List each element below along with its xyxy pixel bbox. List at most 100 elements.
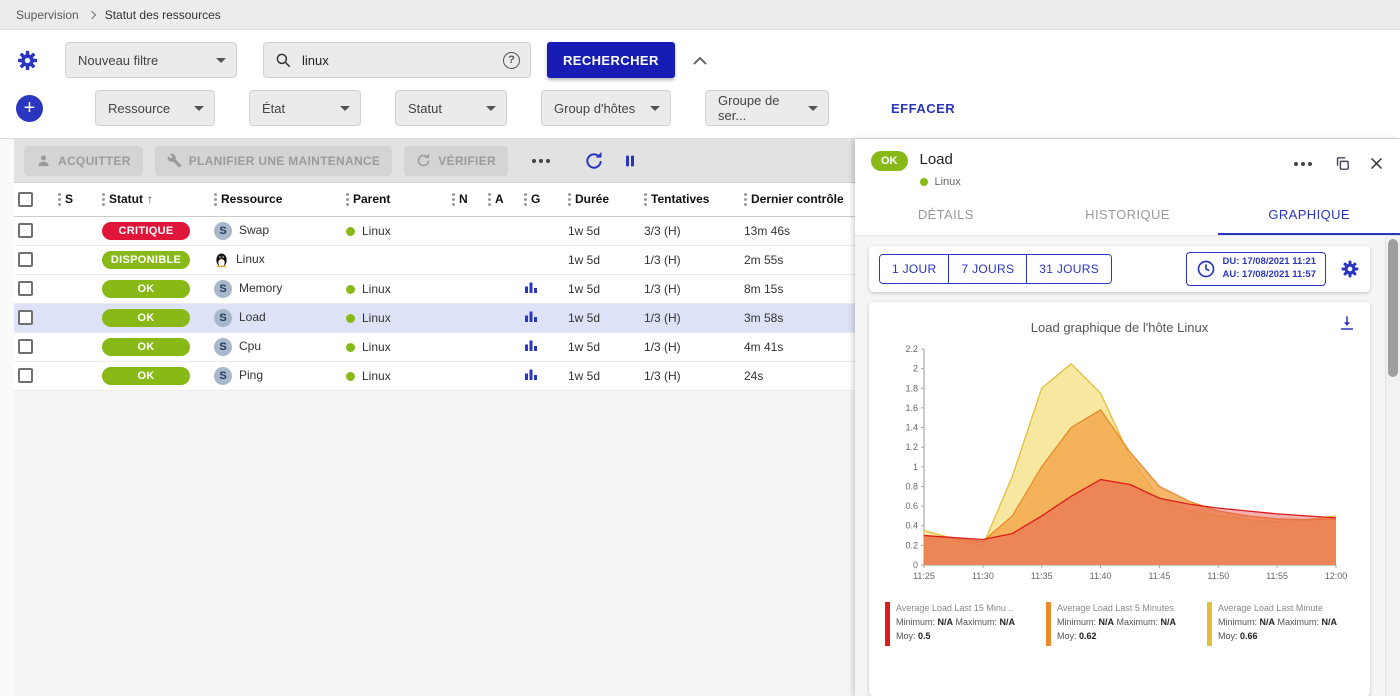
clear-filters-button[interactable]: EFFACER — [885, 100, 961, 117]
cell-parent[interactable] — [342, 245, 448, 274]
criteria-select[interactable]: Ressource — [95, 90, 215, 126]
resource-name[interactable]: Linux — [236, 252, 265, 266]
table-row[interactable]: OK SMemory Linux 1w 5d 1/3 (H) 8m 15s — [14, 274, 855, 303]
graph-exists-icon[interactable] — [524, 309, 538, 323]
svg-text:0.8: 0.8 — [905, 481, 918, 491]
download-icon[interactable] — [1338, 314, 1356, 332]
legend-item[interactable]: Average Load Last 5 Minutes Minimum: N/A… — [1046, 602, 1193, 646]
resource-name[interactable]: Ping — [239, 368, 263, 382]
drag-handle-icon[interactable] — [102, 193, 105, 206]
row-checkbox[interactable] — [18, 339, 33, 354]
column-header-parent[interactable]: Parent — [342, 183, 448, 216]
maintenance-button[interactable]: PLANIFIER UNE MAINTENANCE — [155, 146, 393, 176]
resource-name[interactable]: Cpu — [239, 339, 261, 353]
column-header-tries[interactable]: Tentatives — [640, 183, 740, 216]
search-input[interactable] — [300, 52, 495, 69]
criteria-select[interactable]: Group d'hôtes — [541, 90, 671, 126]
close-icon[interactable] — [1369, 156, 1384, 171]
drag-handle-icon[interactable] — [214, 193, 217, 206]
cell-parent[interactable]: Linux — [342, 303, 448, 332]
tab-graphique[interactable]: GRAPHIQUE — [1218, 194, 1400, 235]
cell-resource[interactable]: SCpu — [210, 332, 342, 361]
cell-resource[interactable]: SSwap — [210, 216, 342, 245]
column-header-status[interactable]: Statut↑ — [98, 183, 210, 216]
graph-exists-icon[interactable] — [524, 338, 538, 352]
table-row[interactable]: DISPONIBLE Linux 1w 5d 1/3 (H) 2m 55s — [14, 245, 855, 274]
legend-item[interactable]: Average Load Last 15 Minu .. Minimum: N/… — [885, 602, 1032, 646]
search-button[interactable]: RECHERCHER — [547, 42, 675, 78]
row-checkbox[interactable] — [18, 252, 33, 267]
select-all-checkbox[interactable] — [18, 192, 33, 207]
copy-link-icon[interactable] — [1334, 155, 1351, 172]
row-checkbox[interactable] — [18, 368, 33, 383]
acknowledge-button[interactable]: ACQUITTER — [24, 146, 143, 176]
drag-handle-icon[interactable] — [346, 193, 349, 206]
cell-resource[interactable]: Linux — [210, 245, 342, 274]
drag-handle-icon[interactable] — [744, 193, 747, 206]
add-criteria-button[interactable]: + — [16, 95, 43, 122]
more-actions-icon[interactable] — [528, 155, 554, 167]
panel-more-icon[interactable] — [1290, 158, 1316, 170]
refresh-icon[interactable] — [584, 151, 604, 171]
row-checkbox[interactable] — [18, 223, 33, 238]
drag-handle-icon[interactable] — [524, 193, 527, 206]
chevron-up-icon[interactable] — [693, 56, 707, 65]
drag-handle-icon[interactable] — [58, 193, 61, 206]
resource-name[interactable]: Swap — [239, 223, 269, 237]
drag-handle-icon[interactable] — [488, 193, 491, 206]
graph-exists-icon[interactable] — [524, 280, 538, 294]
check-button[interactable]: VÉRIFIER — [404, 146, 508, 176]
table-row[interactable]: OK SCpu Linux 1w 5d 1/3 (H) 4m 41s — [14, 332, 855, 361]
column-header-notif[interactable]: N — [448, 183, 484, 216]
row-checkbox[interactable] — [18, 310, 33, 325]
range-button-31-jours[interactable]: 31 JOURS — [1027, 255, 1111, 283]
pause-icon[interactable] — [622, 153, 638, 169]
sort-asc-icon[interactable]: ↑ — [147, 192, 153, 206]
cell-parent[interactable]: Linux — [342, 216, 448, 245]
parent-status-dot — [346, 314, 355, 323]
drag-handle-icon[interactable] — [452, 193, 455, 206]
column-header-ack[interactable]: A — [484, 183, 520, 216]
panel-scrollbar-thumb[interactable] — [1388, 239, 1398, 377]
saved-filter-select[interactable]: Nouveau filtre — [65, 42, 237, 78]
cell-duration: 1w 5d — [564, 332, 640, 361]
cell-resource[interactable]: SLoad — [210, 303, 342, 332]
criteria-select[interactable]: État — [249, 90, 361, 126]
range-button-7-jours[interactable]: 7 JOURS — [949, 255, 1027, 283]
filter-gear-icon[interactable] — [16, 49, 39, 72]
table-row[interactable]: OK SPing Linux 1w 5d 1/3 (H) 24s — [14, 361, 855, 390]
column-header-resource[interactable]: Ressource — [210, 183, 342, 216]
cell-parent[interactable]: Linux — [342, 274, 448, 303]
table-row[interactable]: CRITIQUE SSwap Linux 1w 5d 3/3 (H) 13m 4… — [14, 216, 855, 245]
column-header-duration[interactable]: Durée — [564, 183, 640, 216]
range-button-1-jour[interactable]: 1 JOUR — [880, 255, 949, 283]
load-chart[interactable]: 00.20.40.60.811.21.41.61.822.211:2511:30… — [892, 339, 1348, 589]
tab-historique[interactable]: HISTORIQUE — [1037, 194, 1219, 235]
graph-exists-icon[interactable] — [524, 367, 538, 381]
column-header-last_check[interactable]: Dernier contrôle — [740, 183, 855, 216]
tab-details[interactable]: DÉTAILS — [855, 194, 1037, 235]
cell-parent[interactable]: Linux — [342, 361, 448, 390]
search-help-icon[interactable]: ? — [503, 52, 520, 69]
drag-handle-icon[interactable] — [644, 193, 647, 206]
row-checkbox[interactable] — [18, 281, 33, 296]
search-box[interactable]: ? — [263, 42, 531, 78]
cell-resource[interactable]: SMemory — [210, 274, 342, 303]
resource-name[interactable]: Load — [239, 310, 266, 324]
criteria-select[interactable]: Statut — [395, 90, 507, 126]
table-row[interactable]: OK SLoad Linux 1w 5d 1/3 (H) 3m 58s — [14, 303, 855, 332]
breadcrumb-item[interactable]: Statut des ressources — [105, 8, 221, 22]
column-header-severity[interactable]: S — [54, 183, 98, 216]
drag-handle-icon[interactable] — [568, 193, 571, 206]
period-picker[interactable]: DU: 17/08/2021 11:21 AU: 17/08/2021 11:5… — [1186, 252, 1326, 286]
breadcrumb-item[interactable]: Supervision — [16, 8, 79, 22]
cell-parent[interactable]: Linux — [342, 332, 448, 361]
cell-checkbox — [14, 274, 54, 303]
graph-settings-gear-icon[interactable] — [1340, 259, 1360, 279]
criteria-select[interactable]: Groupe de ser... — [705, 90, 829, 126]
legend-item[interactable]: Average Load Last Minute Minimum: N/A Ma… — [1207, 602, 1354, 646]
column-header-graph[interactable]: G — [520, 183, 564, 216]
cell-resource[interactable]: SPing — [210, 361, 342, 390]
resource-name[interactable]: Memory — [239, 281, 282, 295]
panel-scrollbar[interactable] — [1385, 237, 1400, 696]
